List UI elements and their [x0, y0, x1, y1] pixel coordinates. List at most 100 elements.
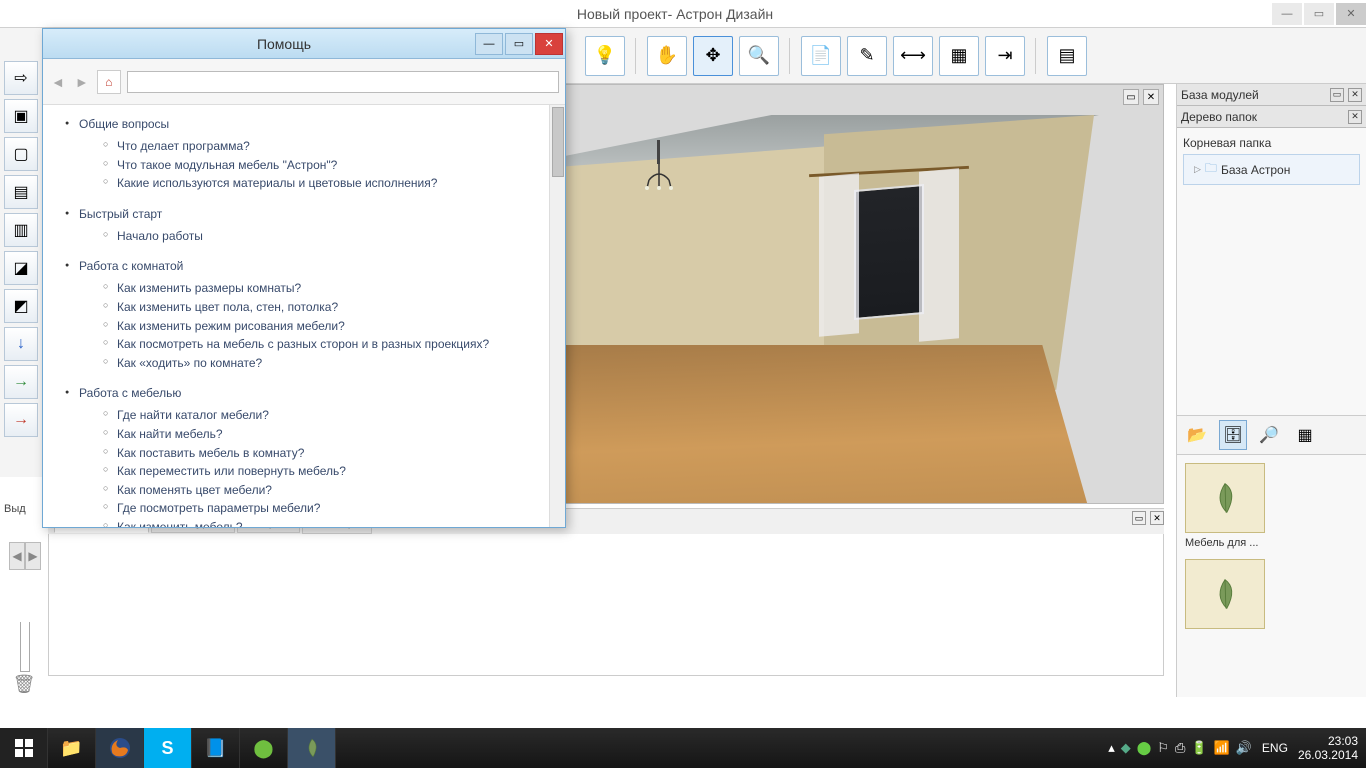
bottom-area: ▭✕ ▦Элементы ✦Антураж ◉Цвет ⓘИнфо ◀▶: [48, 508, 1164, 698]
help-back-icon[interactable]: ◄: [49, 74, 67, 90]
tray-icon[interactable]: 📶: [1214, 740, 1230, 756]
edit-icon[interactable]: ✎: [847, 36, 887, 76]
help-minimize-button[interactable]: —: [475, 33, 503, 55]
cube1-icon[interactable]: ▣: [4, 99, 38, 133]
left-toolbar: ⇨ ▣ ▢ ▤ ▥ ◪ ◩ ↓ → →: [0, 57, 44, 477]
light-icon[interactable]: 💡: [585, 36, 625, 76]
tray-icon[interactable]: ◆: [1121, 740, 1131, 756]
taskbar-astron[interactable]: [288, 728, 336, 768]
help-link[interactable]: Как изменить мебель?: [103, 518, 549, 527]
trash-icon[interactable]: 🗑: [10, 670, 38, 698]
taskbar-skype[interactable]: S: [144, 728, 192, 768]
help-maximize-button[interactable]: ▭: [505, 33, 533, 55]
arrow-right-icon[interactable]: →: [4, 365, 38, 399]
help-link[interactable]: Как поставить мебель в комнату?: [103, 444, 549, 463]
help-link[interactable]: Как изменить режим рисования мебели?: [103, 317, 549, 336]
help-link[interactable]: Что такое модульная мебель "Астрон"?: [103, 156, 549, 175]
bottom-close-icon[interactable]: ✕: [1150, 511, 1164, 525]
help-link[interactable]: Какие используются материалы и цветовые …: [103, 174, 549, 193]
help-scrollbar[interactable]: [549, 105, 565, 527]
export-icon[interactable]: ⇥: [985, 36, 1025, 76]
taskbar-clock[interactable]: 23:03 26.03.2014: [1298, 734, 1358, 763]
close-button[interactable]: ✕: [1336, 3, 1366, 25]
tree-item-astron[interactable]: ▷ 🗀 База Астрон: [1183, 154, 1360, 185]
help-nav: ◄ ► ⌂: [43, 59, 565, 105]
selection-label: Выд: [4, 503, 26, 515]
nav-next-icon[interactable]: ▶: [25, 542, 41, 570]
right-panel: База модулей ▭✕ Дерево папок ✕ Корневая …: [1176, 84, 1366, 697]
help-link[interactable]: Как «ходить» по комнате?: [103, 354, 549, 373]
taskbar-explorer[interactable]: 📁: [48, 728, 96, 768]
thumb-folder-1[interactable]: [1185, 463, 1265, 533]
titlebar: Новый проект- Астрон Дизайн — ▭ ✕: [0, 0, 1366, 28]
right-panel-tabs: 📂 🗄 🔎 ▦: [1177, 415, 1366, 455]
help-link[interactable]: Как найти мебель?: [103, 425, 549, 444]
zoom-icon[interactable]: 🔍: [739, 36, 779, 76]
viewport-dock-icon[interactable]: ▭: [1123, 89, 1139, 105]
taskbar-notepad[interactable]: 📘: [192, 728, 240, 768]
system-tray[interactable]: ▴ ◆ ⬤ ⚐ ⎙ 🔋 📶 🔊: [1108, 740, 1252, 756]
panel-close-icon[interactable]: ✕: [1348, 88, 1362, 102]
help-link[interactable]: Как изменить размеры комнаты?: [103, 279, 549, 298]
thumb-folder-2[interactable]: [1185, 559, 1265, 629]
help-title-label: Помощь: [93, 36, 475, 52]
arrow-red-icon[interactable]: →: [4, 403, 38, 437]
nav-prev-icon[interactable]: ◀: [9, 542, 25, 570]
dock-icon[interactable]: ▭: [1330, 88, 1344, 102]
cube3-icon[interactable]: ▤: [4, 175, 38, 209]
doc-icon[interactable]: 📄: [801, 36, 841, 76]
cube2-icon[interactable]: ▢: [4, 137, 38, 171]
tray-icon[interactable]: 🔊: [1236, 740, 1252, 756]
help-close-button[interactable]: ✕: [535, 33, 563, 55]
root-folder-label: Корневая папка: [1183, 132, 1360, 154]
bottom-dock-icon[interactable]: ▭: [1132, 511, 1146, 525]
expand-icon[interactable]: ▷: [1194, 164, 1201, 175]
pan-icon[interactable]: ✋: [647, 36, 687, 76]
help-link[interactable]: Что делает программа?: [103, 137, 549, 156]
rotate-icon[interactable]: ◩: [4, 289, 38, 323]
help-body: Общие вопросы Что делает программа? Что …: [43, 105, 565, 527]
tab-db-icon[interactable]: 🗄: [1219, 420, 1247, 450]
measure-icon[interactable]: ⟷: [893, 36, 933, 76]
taskbar-utorrent[interactable]: ⬤: [240, 728, 288, 768]
grid-icon[interactable]: ▦: [939, 36, 979, 76]
help-link[interactable]: Начало работы: [103, 227, 549, 246]
help-link[interactable]: Как переместить или повернуть мебель?: [103, 462, 549, 481]
help-link[interactable]: Где посмотреть параметры мебели?: [103, 499, 549, 518]
help-section-general: Общие вопросы: [79, 117, 549, 131]
tree-close-icon[interactable]: ✕: [1348, 110, 1362, 124]
tray-icon[interactable]: 🔋: [1191, 740, 1207, 756]
minimize-button[interactable]: —: [1272, 3, 1302, 25]
help-fwd-icon[interactable]: ►: [73, 74, 91, 90]
help-section-furniture: Работа с мебелью: [79, 386, 549, 400]
thumbnails-area: Мебель для ...: [1177, 455, 1366, 697]
window-title: Новый проект- Астрон Дизайн: [80, 6, 1270, 22]
taskbar-firefox[interactable]: [96, 728, 144, 768]
tray-icon[interactable]: ⚐: [1157, 740, 1169, 756]
tray-icon[interactable]: ⎙: [1175, 740, 1185, 756]
help-section-room: Работа с комнатой: [79, 259, 549, 273]
viewport-close-icon[interactable]: ✕: [1143, 89, 1159, 105]
tray-icon[interactable]: ▴: [1108, 740, 1115, 756]
nav-arrow-icon[interactable]: ⇨: [4, 61, 38, 95]
move-icon[interactable]: ✥: [693, 36, 733, 76]
folder-icon: 🗀: [1205, 159, 1217, 180]
help-link[interactable]: Как изменить цвет пола, стен, потолка?: [103, 298, 549, 317]
help-home-icon[interactable]: ⌂: [97, 70, 121, 94]
start-button[interactable]: [0, 728, 48, 768]
help-link[interactable]: Как поменять цвет мебели?: [103, 481, 549, 500]
taskbar-lang[interactable]: ENG: [1262, 741, 1288, 755]
list-icon[interactable]: ▤: [1047, 36, 1087, 76]
tab-grid-icon[interactable]: ▦: [1291, 420, 1319, 450]
tray-icon[interactable]: ⬤: [1137, 740, 1152, 756]
persp-icon[interactable]: ◪: [4, 251, 38, 285]
help-link[interactable]: Где найти каталог мебели?: [103, 406, 549, 425]
cube4-icon[interactable]: ▥: [4, 213, 38, 247]
maximize-button[interactable]: ▭: [1304, 3, 1334, 25]
help-titlebar[interactable]: Помощь — ▭ ✕: [43, 29, 565, 59]
arrow-down-icon[interactable]: ↓: [4, 327, 38, 361]
tab-search-icon[interactable]: 🔎: [1255, 420, 1283, 450]
help-link[interactable]: Как посмотреть на мебель с разных сторон…: [103, 335, 549, 354]
tab-folder-icon[interactable]: 📂: [1183, 420, 1211, 450]
help-address-input[interactable]: [127, 71, 559, 93]
